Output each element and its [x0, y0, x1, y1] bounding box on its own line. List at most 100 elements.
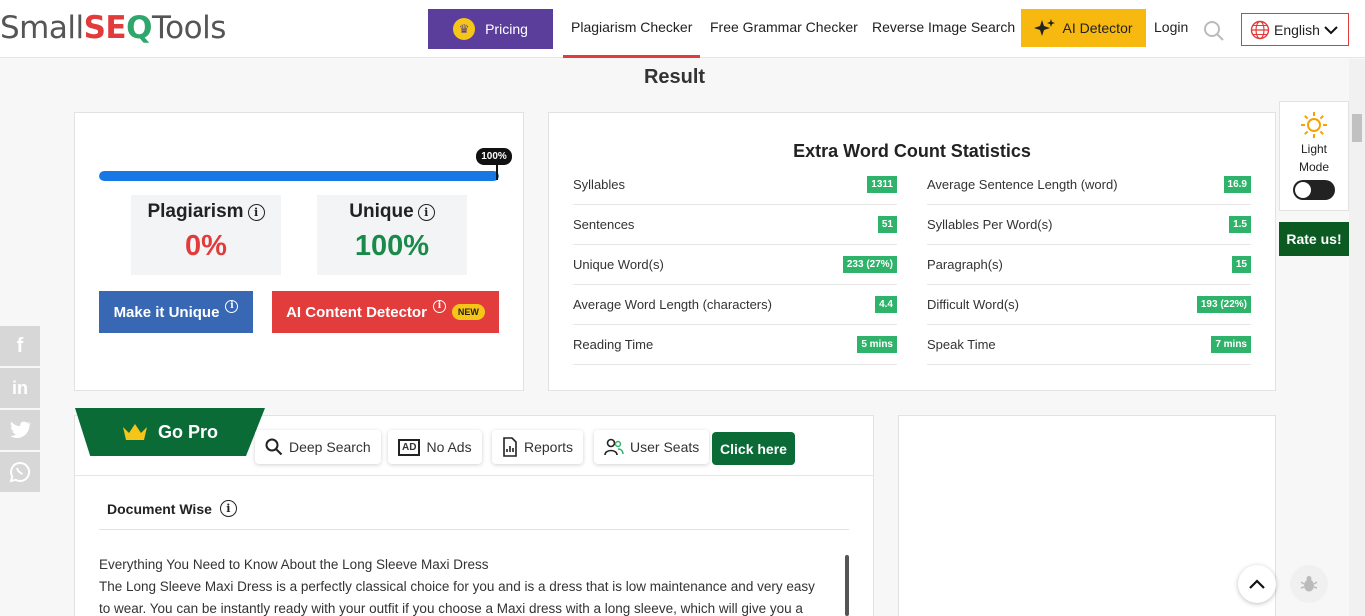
login-link[interactable]: Login [1154, 19, 1188, 35]
twitter-bird-glyph [9, 421, 31, 438]
stat-value: 15 [1231, 256, 1251, 273]
stat-label: Average Sentence Length (word) [927, 177, 1118, 192]
stat-label: Average Word Length (characters) [573, 297, 772, 312]
logo-small: Small [0, 10, 84, 46]
language-selector[interactable]: English [1241, 13, 1349, 46]
stat-label: Reading Time [573, 337, 654, 352]
plagiarism-value: 0% [185, 230, 227, 262]
stat-label: Unique Word(s) [573, 257, 664, 272]
stat-value: 16.9 [1223, 176, 1251, 193]
stat-value: 193 (22%) [1196, 296, 1251, 313]
stat-label: Difficult Word(s) [927, 297, 1019, 312]
progress-bar [99, 171, 499, 181]
go-pro-label: Go Pro [157, 421, 218, 442]
feature-deep-search[interactable]: Deep Search [255, 430, 381, 464]
click-here-button[interactable]: Click here [712, 432, 795, 465]
search-icon [265, 438, 283, 456]
language-label: English [1274, 21, 1320, 38]
pricing-label: Pricing [485, 21, 528, 37]
stat-value: 233 (27%) [842, 256, 897, 273]
stat-label: Paragraph(s) [927, 257, 1003, 272]
feature-reports[interactable]: Reports [492, 430, 584, 464]
plagiarism-label: Plagiarism [147, 201, 244, 222]
stat-row: Unique Word(s) 233 (27%) [573, 245, 897, 285]
facebook-icon[interactable]: f [0, 326, 40, 366]
bug-icon [1300, 576, 1318, 592]
feature-label: User Seats [630, 439, 700, 455]
stat-value: 7 mins [1211, 336, 1251, 353]
stat-row: Average Word Length (characters) 4.4 [573, 285, 897, 325]
page-scrollbar[interactable] [1349, 59, 1365, 616]
nav-reverse-image-search[interactable]: Reverse Image Search [872, 19, 1015, 35]
nav-grammar-checker[interactable]: Free Grammar Checker [710, 19, 858, 35]
feature-no-ads[interactable]: AD No Ads [388, 430, 482, 464]
ad-block-icon: AD [398, 438, 421, 456]
stat-value: 1.5 [1229, 216, 1251, 233]
ai-content-label: AI Content Detector [286, 303, 427, 321]
feature-label: No Ads [426, 439, 472, 455]
twitter-icon[interactable] [0, 410, 40, 450]
unique-value: 100% [354, 230, 430, 262]
search-icon[interactable] [1203, 20, 1225, 42]
site-logo[interactable]: SmallSEQTools [0, 10, 226, 46]
make-unique-label: Make it Unique [113, 303, 220, 321]
stat-row: Syllables Per Word(s) 1.5 [927, 205, 1251, 245]
info-icon[interactable]: i [417, 203, 435, 221]
make-it-unique-button[interactable]: Make it Unique i [99, 291, 253, 333]
chevron-down-icon [1324, 25, 1338, 34]
scroll-to-top-button[interactable] [1238, 565, 1276, 603]
stat-row: Paragraph(s) 15 [927, 245, 1251, 285]
stat-row: Average Sentence Length (word) 16.9 [927, 165, 1251, 205]
document-wise-label: Document Wise [107, 500, 212, 517]
chevron-up-icon [1249, 579, 1265, 589]
progress-fill [99, 171, 499, 181]
info-icon[interactable]: i [219, 500, 237, 517]
logo-seo: SE [83, 10, 127, 46]
whatsapp-icon[interactable] [0, 452, 40, 492]
new-badge: NEW [451, 304, 485, 320]
document-text: Everything You Need to Know About the Lo… [99, 554, 841, 616]
stat-row: Reading Time 5 mins [573, 325, 897, 365]
ai-content-detector-button[interactable]: AI Content Detector i NEW [272, 291, 499, 333]
pricing-button[interactable]: ♛ Pricing [428, 9, 553, 49]
crown-icon [122, 424, 147, 440]
stat-row: Speak Time 7 mins [927, 325, 1251, 365]
document-divider [99, 529, 849, 530]
stat-value: 5 mins [857, 336, 897, 353]
plagiarism-score-box: Plagiarism i 0% [131, 195, 281, 275]
ai-detector-label: AI Detector [1062, 20, 1133, 36]
stat-value: 51 [877, 216, 897, 233]
ai-detector-button[interactable]: AI Detector [1021, 9, 1146, 47]
info-icon: i [432, 299, 446, 313]
light-label: Light [1300, 142, 1328, 156]
stat-row: Difficult Word(s) 193 (22%) [927, 285, 1251, 325]
ad-panel [898, 415, 1276, 616]
unique-label: Unique [349, 201, 414, 222]
nav-plagiarism-checker[interactable]: Plagiarism Checker [571, 19, 692, 35]
stat-label: Speak Time [927, 337, 996, 352]
whatsapp-glyph [9, 461, 31, 483]
progress-marker [496, 164, 498, 180]
rate-us-button[interactable]: Rate us! [1279, 222, 1349, 256]
theme-toggle[interactable] [1293, 180, 1335, 200]
result-title: Result [643, 66, 706, 88]
sparkle-icon [1034, 19, 1056, 36]
stat-row: Syllables 1311 [573, 165, 897, 205]
document-scrollbar[interactable] [845, 555, 849, 616]
document-wise-heading: Document Wise i [107, 500, 237, 517]
feature-label: Reports [524, 439, 574, 455]
feature-user-seats[interactable]: User Seats [594, 430, 710, 464]
report-bug-button[interactable] [1290, 565, 1328, 603]
nav-active-indicator [563, 55, 700, 58]
globe-icon [1250, 20, 1270, 39]
mode-label: Mode [1298, 160, 1330, 174]
info-icon[interactable]: i [247, 203, 265, 221]
info-icon: i [225, 299, 239, 313]
page-scrollbar-thumb[interactable] [1352, 114, 1362, 142]
document-line: Everything You Need to Know About the Lo… [99, 557, 489, 572]
go-pro-button[interactable]: Go Pro [75, 408, 265, 456]
progress-label: 100% [476, 148, 512, 165]
logo-q: Q [126, 10, 152, 46]
theme-panel: Light Mode [1279, 101, 1349, 211]
linkedin-icon[interactable]: in [0, 368, 40, 408]
